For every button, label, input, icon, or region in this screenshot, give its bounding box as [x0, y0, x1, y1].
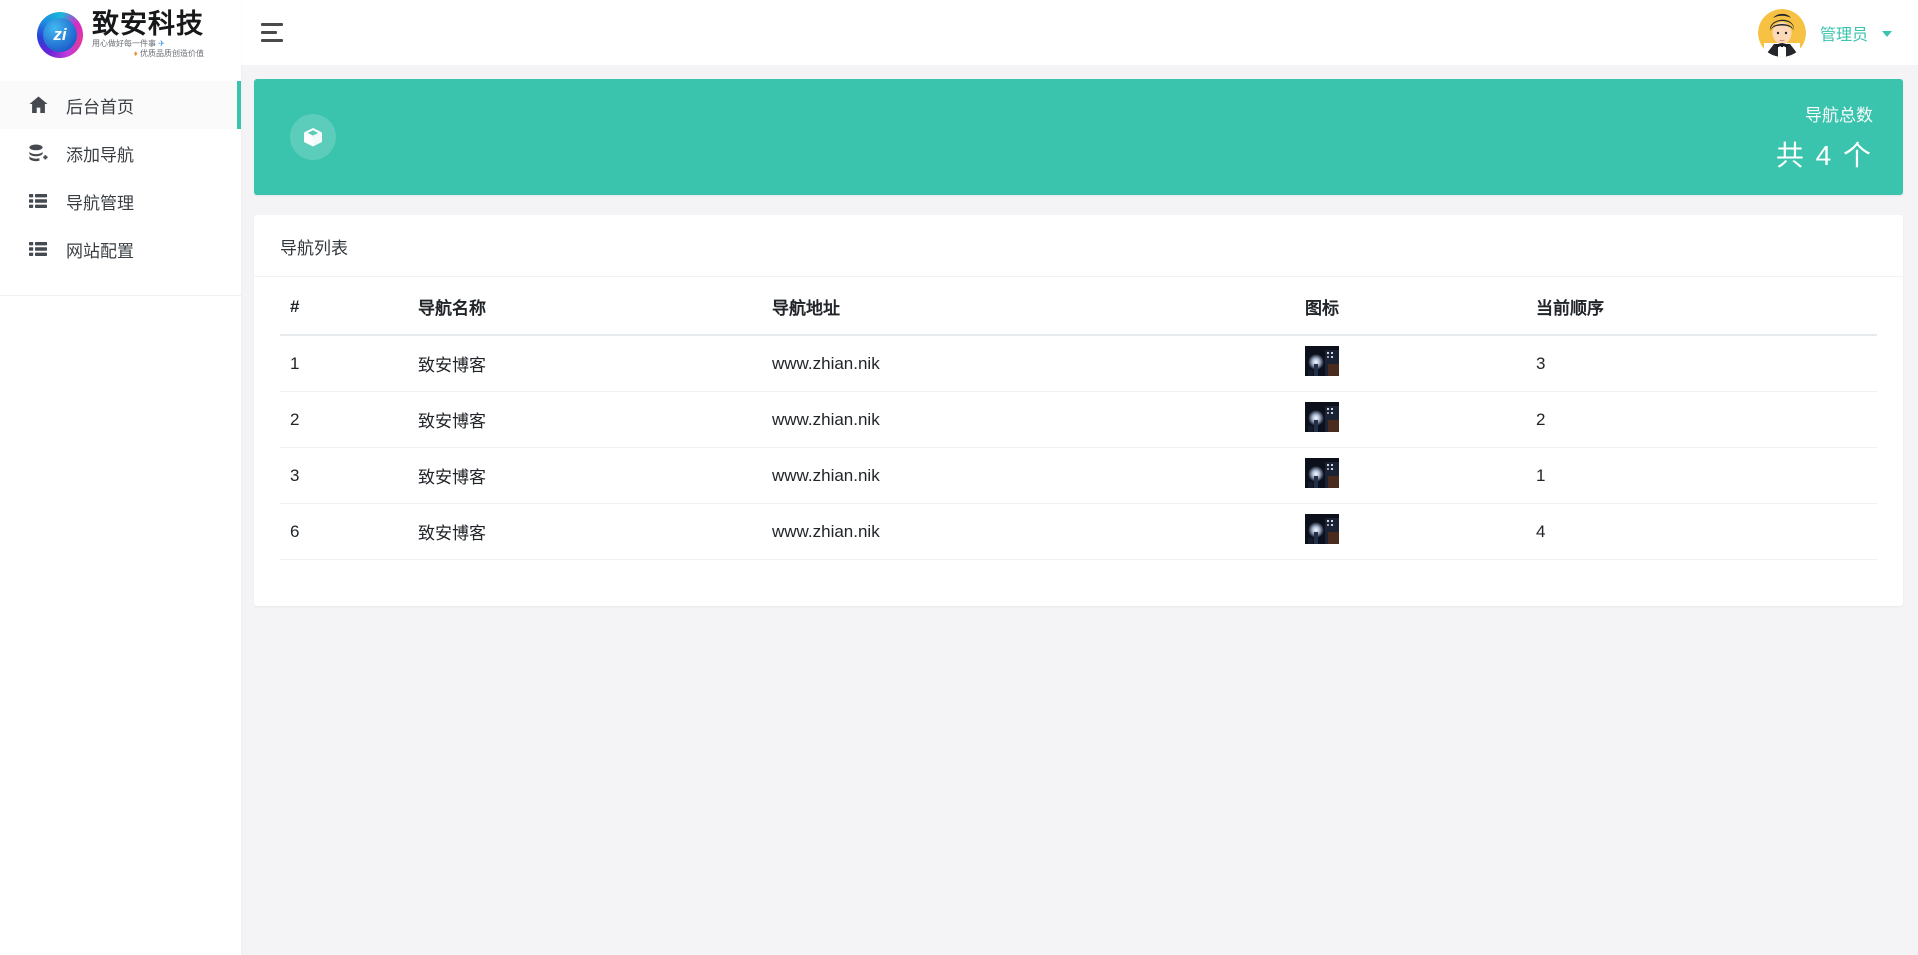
brand-logo[interactable]: zi 致安科技 用心做好每一件事 ✈ ♦ 优质品质创造价值	[0, 0, 241, 65]
card-header: 导航列表	[254, 215, 1903, 277]
table-list-icon	[28, 241, 48, 257]
card-title: 导航列表	[280, 239, 348, 258]
sidebar-item-label: 导航管理	[66, 193, 134, 213]
cell-order: 4	[1526, 503, 1877, 560]
sidebar-item-label: 后台首页	[66, 97, 134, 117]
cell-icon	[1295, 447, 1526, 504]
night-photo-thumbnail	[1305, 402, 1339, 432]
sidebar-divider	[0, 295, 241, 296]
col-header-name: 导航名称	[408, 277, 762, 336]
sidebar-item-add-nav[interactable]: 添加导航	[0, 129, 241, 177]
avatar[interactable]	[1757, 8, 1806, 57]
cell-url: www.zhian.nik	[762, 503, 1295, 560]
home-icon	[28, 96, 48, 114]
cell-id: 3	[280, 447, 408, 504]
table-header-row: # 导航名称 导航地址 图标 当前顺序	[280, 277, 1877, 336]
cell-order: 1	[1526, 447, 1877, 504]
sidebar: zi 致安科技 用心做好每一件事 ✈ ♦ 优质品质创造价值 后台首页 添加导航 …	[0, 0, 241, 955]
cell-name: 致安博客	[408, 391, 762, 448]
brand-tagline-1: 用心做好每一件事 ✈	[92, 38, 165, 48]
chevron-down-icon	[1882, 30, 1892, 37]
table-row[interactable]: 1 致安博客 www.zhian.nik 3	[280, 335, 1877, 392]
table-body: 1 致安博客 www.zhian.nik 3 2 致安博客 www.zhian.…	[280, 335, 1877, 560]
topbar: 管理员	[241, 0, 1918, 65]
cell-order: 3	[1526, 335, 1877, 392]
database-plus-icon	[28, 144, 48, 162]
cell-icon	[1295, 503, 1526, 560]
col-header-order: 当前顺序	[1526, 277, 1877, 336]
night-photo-thumbnail	[1305, 514, 1339, 544]
brand-monogram: zi	[43, 17, 77, 52]
cell-name: 致安博客	[408, 447, 762, 504]
table-row[interactable]: 6 致安博客 www.zhian.nik 4	[280, 503, 1877, 560]
cube-icon	[290, 114, 336, 160]
cell-id: 2	[280, 391, 408, 448]
cell-url: www.zhian.nik	[762, 391, 1295, 448]
nav-total-stat: 导航总数 共 4 个	[1776, 101, 1873, 174]
col-header-id: #	[280, 277, 408, 336]
nav-table-wrap: # 导航名称 导航地址 图标 当前顺序 1 致安博客 www.zhian.nik	[254, 277, 1903, 560]
sidebar-menu: 后台首页 添加导航 导航管理 网站配置	[0, 81, 241, 296]
sidebar-item-dashboard[interactable]: 后台首页	[0, 81, 241, 129]
sidebar-item-label: 添加导航	[66, 145, 134, 165]
nav-total-label: 导航总数	[1805, 105, 1873, 125]
main-content: 导航总数 共 4 个 导航列表 # 导航名称 导航地址 图标 当前顺序 1 致安…	[241, 65, 1918, 955]
cell-id: 6	[280, 503, 408, 560]
sidebar-toggle-button[interactable]	[261, 23, 285, 42]
nav-list-card: 导航列表 # 导航名称 导航地址 图标 当前顺序 1 致安博客 www.zhia…	[254, 215, 1903, 606]
cell-icon	[1295, 335, 1526, 392]
plane-icon: ✈	[158, 38, 165, 48]
user-name[interactable]: 管理员	[1820, 21, 1868, 45]
cell-name: 致安博客	[408, 503, 762, 560]
sidebar-item-site-config[interactable]: 网站配置	[0, 225, 241, 273]
sidebar-item-label: 网站配置	[66, 241, 134, 261]
user-menu[interactable]: 管理员	[1757, 8, 1892, 57]
cell-name: 致安博客	[408, 335, 762, 392]
brand-tagline-2: ♦ 优质品质创造价值	[133, 48, 204, 58]
spark-icon: ♦	[133, 48, 138, 58]
table-row[interactable]: 2 致安博客 www.zhian.nik 2	[280, 391, 1877, 448]
nav-table: # 导航名称 导航地址 图标 当前顺序 1 致安博客 www.zhian.nik	[280, 277, 1877, 560]
sidebar-item-nav-manage[interactable]: 导航管理	[0, 177, 241, 225]
cell-id: 1	[280, 335, 408, 392]
table-row[interactable]: 3 致安博客 www.zhian.nik 1	[280, 447, 1877, 504]
night-photo-thumbnail	[1305, 346, 1339, 376]
night-photo-thumbnail	[1305, 458, 1339, 488]
col-header-url: 导航地址	[762, 277, 1295, 336]
col-header-icon: 图标	[1295, 277, 1526, 336]
cell-icon	[1295, 391, 1526, 448]
brand-logo-badge: zi	[37, 11, 83, 58]
cell-order: 2	[1526, 391, 1877, 448]
nav-total-banner: 导航总数 共 4 个	[254, 79, 1903, 195]
cell-url: www.zhian.nik	[762, 335, 1295, 392]
brand-name: 致安科技	[92, 9, 204, 40]
cell-url: www.zhian.nik	[762, 447, 1295, 504]
nav-total-count: 共 4 个	[1775, 139, 1873, 171]
table-list-icon	[28, 193, 48, 209]
